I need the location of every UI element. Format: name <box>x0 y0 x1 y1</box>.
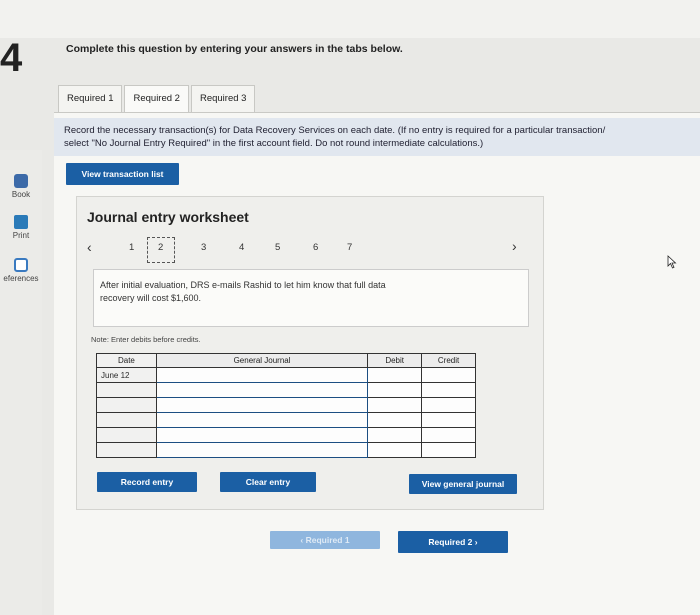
date-cell <box>96 412 157 428</box>
sidebar-item-references[interactable]: eferences <box>0 258 42 283</box>
date-cell <box>96 442 157 458</box>
prev-required-button[interactable]: ‹ Required 1 <box>270 531 380 549</box>
date-cell <box>96 427 157 443</box>
tab-required-1[interactable]: Required 1 <box>58 85 123 112</box>
debit-field[interactable] <box>367 412 423 428</box>
chevron-right-icon: › <box>472 537 478 547</box>
question-number: 4 <box>0 36 23 80</box>
sidebar-item-label: eferences <box>3 274 39 283</box>
page-link-3[interactable]: 3 <box>201 242 206 253</box>
account-field[interactable] <box>155 367 369 383</box>
header-debit: Debit <box>367 353 423 368</box>
page-link-4[interactable]: 4 <box>239 242 244 253</box>
table-row <box>96 382 476 398</box>
record-instructions-line1: Record the necessary transaction(s) for … <box>64 125 606 136</box>
tab-required-2[interactable]: Required 2 <box>124 85 189 112</box>
debit-field[interactable] <box>367 382 423 398</box>
next-page-chevron-icon[interactable]: › <box>512 238 517 254</box>
header-date: Date <box>96 353 157 368</box>
next-required-button[interactable]: Required 2 › <box>398 531 508 553</box>
instruction-text: Complete this question by entering your … <box>66 43 403 55</box>
page-link-7[interactable]: 7 <box>347 242 352 253</box>
print-icon <box>14 215 28 229</box>
record-instructions: Record the necessary transaction(s) for … <box>54 118 700 156</box>
view-transaction-list-button[interactable]: View transaction list <box>66 163 179 185</box>
table-row <box>96 442 476 458</box>
table-row <box>96 397 476 413</box>
next-required-label: Required 2 <box>428 537 473 547</box>
date-cell <box>96 382 157 398</box>
mouse-cursor-icon <box>667 255 677 269</box>
debit-field[interactable] <box>367 427 423 443</box>
header-credit: Credit <box>421 353 476 368</box>
page-link-2[interactable]: 2 <box>158 242 163 253</box>
transaction-description-line2: recovery will cost $1,600. <box>100 293 202 303</box>
credit-field[interactable] <box>421 427 476 443</box>
debit-field[interactable] <box>367 397 423 413</box>
clear-entry-button[interactable]: Clear entry <box>220 472 316 492</box>
account-field[interactable] <box>155 397 369 413</box>
book-icon <box>14 174 28 188</box>
header-general-journal: General Journal <box>155 353 369 368</box>
worksheet-pager: ‹ 1 2 3 4 5 6 7 <box>87 237 527 263</box>
prev-page-chevron-icon[interactable]: ‹ <box>87 239 92 255</box>
account-field[interactable] <box>155 382 369 398</box>
page-link-1[interactable]: 1 <box>129 242 134 253</box>
transaction-description-line1: After initial evaluation, DRS e-mails Ra… <box>100 280 386 290</box>
worksheet-title: Journal entry worksheet <box>87 209 249 225</box>
account-field[interactable] <box>155 412 369 428</box>
record-entry-button[interactable]: Record entry <box>97 472 197 492</box>
table-row <box>96 427 476 443</box>
page-link-6[interactable]: 6 <box>313 242 318 253</box>
tab-bar: Required 1 Required 2 Required 3 <box>58 85 257 112</box>
sidebar-item-book[interactable]: Book <box>0 174 42 199</box>
table-row: June 12 <box>96 367 476 383</box>
account-field[interactable] <box>155 442 369 458</box>
credit-field[interactable] <box>421 397 476 413</box>
debits-note: Note: Enter debits before credits. <box>91 335 201 344</box>
tab-required-3[interactable]: Required 3 <box>190 85 256 112</box>
journal-entry-worksheet: Journal entry worksheet ‹ 1 2 3 4 5 6 7 … <box>76 196 544 510</box>
account-field[interactable] <box>155 427 369 443</box>
credit-field[interactable] <box>421 367 476 383</box>
journal-table: Date General Journal Debit Credit June 1… <box>96 353 476 458</box>
table-header-row: Date General Journal Debit Credit <box>96 353 476 368</box>
sidebar-item-label: Book <box>11 190 31 199</box>
references-icon <box>14 258 28 272</box>
date-cell: June 12 <box>96 367 157 383</box>
debit-field[interactable] <box>367 367 423 383</box>
credit-field[interactable] <box>421 442 476 458</box>
credit-field[interactable] <box>421 382 476 398</box>
transaction-description: After initial evaluation, DRS e-mails Ra… <box>93 269 529 327</box>
top-strip <box>0 0 700 38</box>
credit-field[interactable] <box>421 412 476 428</box>
table-row <box>96 412 476 428</box>
page-link-5[interactable]: 5 <box>275 242 280 253</box>
view-general-journal-button[interactable]: View general journal <box>409 474 517 494</box>
sidebar-item-label: Print <box>12 231 30 240</box>
date-cell <box>96 397 157 413</box>
prev-required-label: Required 1 <box>305 535 350 545</box>
debit-field[interactable] <box>367 442 423 458</box>
record-instructions-line2: select "No Journal Entry Required" in th… <box>64 138 484 149</box>
sidebar-item-print[interactable]: Print <box>0 215 42 240</box>
